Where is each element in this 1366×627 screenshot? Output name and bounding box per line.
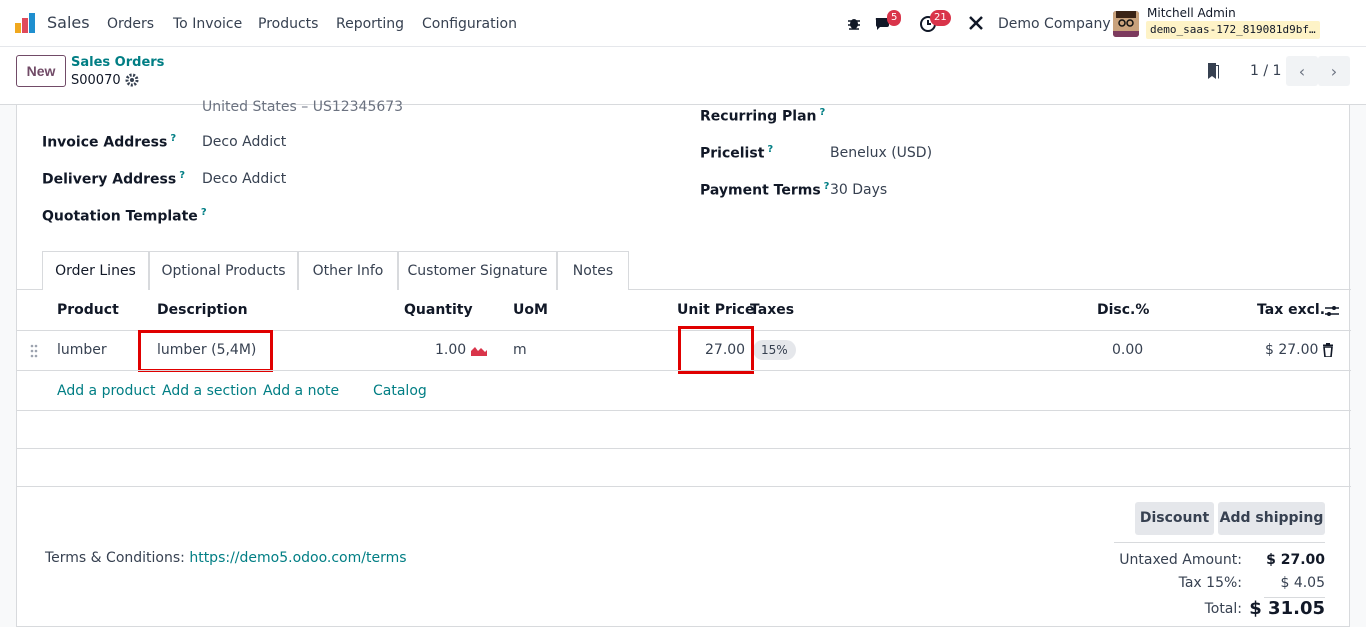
control-panel: New Sales Orders S00070 1 / 1 ‹ ›: [0, 47, 1366, 105]
delivery-address-field[interactable]: Deco Addict: [202, 171, 286, 187]
discount-button[interactable]: Discount: [1135, 502, 1214, 535]
tab-other-info[interactable]: Other Info: [298, 251, 398, 290]
col-quantity[interactable]: Quantity: [404, 302, 473, 318]
row-product[interactable]: lumber: [57, 342, 107, 358]
pager-value[interactable]: 1 / 1: [1250, 63, 1281, 79]
add-product-link[interactable]: Add a product: [57, 383, 155, 399]
app-name[interactable]: Sales: [47, 13, 90, 32]
tax-label: Tax 15%:: [1178, 575, 1242, 591]
invoice-address-field[interactable]: Deco Addict: [202, 134, 286, 150]
col-tax-excl[interactable]: Tax excl.: [1257, 302, 1325, 318]
record-name: S00070: [71, 73, 121, 88]
untaxed-amount-label: Untaxed Amount:: [1119, 552, 1242, 568]
trash-icon[interactable]: [1322, 343, 1334, 357]
col-unit-price[interactable]: Unit Price: [677, 302, 754, 318]
untaxed-amount-value: $ 27.00: [1266, 552, 1325, 568]
row-discount[interactable]: 0.00: [1112, 342, 1143, 358]
row-divider: [17, 370, 1351, 371]
pager-previous-button[interactable]: ‹: [1286, 56, 1318, 86]
quotation-template-label: Quotation Template?: [42, 207, 207, 225]
add-section-link[interactable]: Add a section: [162, 383, 257, 399]
add-note-link[interactable]: Add a note: [263, 383, 339, 399]
col-discount[interactable]: Disc.%: [1097, 302, 1149, 318]
empty-row-divider: [17, 448, 1351, 449]
recurring-plan-label: Recurring Plan?: [700, 107, 826, 125]
chevron-left-icon: ‹: [1298, 61, 1306, 81]
menu-products[interactable]: Products: [258, 16, 318, 32]
description-highlight: [138, 330, 273, 372]
gear-icon[interactable]: [125, 73, 139, 87]
database-name: demo_saas-172_819081d9bf…: [1146, 21, 1320, 39]
delivery-address-label: Delivery Address?: [42, 170, 185, 188]
menu-to-invoice[interactable]: To Invoice: [173, 16, 242, 32]
tax-value: $ 4.05: [1280, 575, 1325, 591]
user-avatar[interactable]: [1113, 11, 1139, 37]
invoice-address-label: Invoice Address?: [42, 133, 177, 151]
drag-handle-icon[interactable]: [29, 343, 39, 359]
forecast-chart-icon[interactable]: [471, 344, 487, 356]
col-product[interactable]: Product: [57, 302, 119, 318]
row-uom[interactable]: m: [513, 342, 527, 358]
pager-next-button[interactable]: ›: [1318, 56, 1350, 86]
tax-tag[interactable]: 15%: [753, 340, 796, 360]
partial-address: United States – US12345673: [202, 99, 404, 115]
totals-divider: [1114, 542, 1325, 543]
terms-link[interactable]: https://demo5.odoo.com/terms: [189, 550, 406, 566]
tab-optional-products[interactable]: Optional Products: [149, 251, 298, 290]
top-navbar: Sales Orders To Invoice Products Reporti…: [0, 0, 1366, 47]
bookmark-icon[interactable]: [1206, 62, 1220, 80]
add-shipping-button[interactable]: Add shipping: [1218, 502, 1325, 535]
terms-conditions: Terms & Conditions: https://demo5.odoo.c…: [45, 550, 407, 566]
activities-badge: 21: [930, 10, 951, 26]
new-button[interactable]: New: [16, 55, 66, 87]
payment-terms-field[interactable]: 30 Days: [830, 182, 887, 198]
table-bottom-divider: [17, 486, 1351, 487]
sales-app-icon[interactable]: [15, 13, 37, 33]
company-switcher[interactable]: Demo Company: [998, 16, 1111, 32]
tab-notes[interactable]: Notes: [557, 251, 629, 290]
catalog-link[interactable]: Catalog: [373, 383, 427, 399]
column-settings-icon[interactable]: [1324, 304, 1340, 318]
menu-configuration[interactable]: Configuration: [422, 16, 517, 32]
total-label: Total:: [1204, 601, 1242, 617]
row-quantity[interactable]: 1.00: [435, 342, 466, 358]
pricelist-field[interactable]: Benelux (USD): [830, 145, 932, 161]
total-value: $ 31.05: [1249, 598, 1325, 619]
col-uom[interactable]: UoM: [513, 302, 548, 318]
form-sheet: United States – US12345673 Invoice Addre…: [16, 99, 1351, 627]
messages-badge: 5: [887, 10, 902, 26]
col-taxes[interactable]: Taxes: [750, 302, 794, 318]
payment-terms-label: Payment Terms?: [700, 181, 830, 199]
empty-row-divider: [17, 410, 1351, 411]
col-description[interactable]: Description: [157, 302, 248, 318]
unit-price-highlight: [678, 326, 754, 374]
tab-customer-signature[interactable]: Customer Signature: [398, 251, 557, 290]
chevron-right-icon: ›: [1330, 61, 1338, 81]
breadcrumb-sales-orders[interactable]: Sales Orders: [71, 55, 164, 70]
row-subtotal: $ 27.00: [1265, 342, 1319, 358]
pricelist-label: Pricelist?: [700, 144, 774, 162]
bug-icon[interactable]: [845, 14, 863, 32]
tab-order-lines[interactable]: Order Lines: [42, 251, 149, 290]
user-name[interactable]: Mitchell Admin: [1147, 6, 1236, 20]
menu-reporting[interactable]: Reporting: [336, 16, 404, 32]
tools-icon[interactable]: [967, 14, 985, 32]
menu-orders[interactable]: Orders: [107, 16, 154, 32]
